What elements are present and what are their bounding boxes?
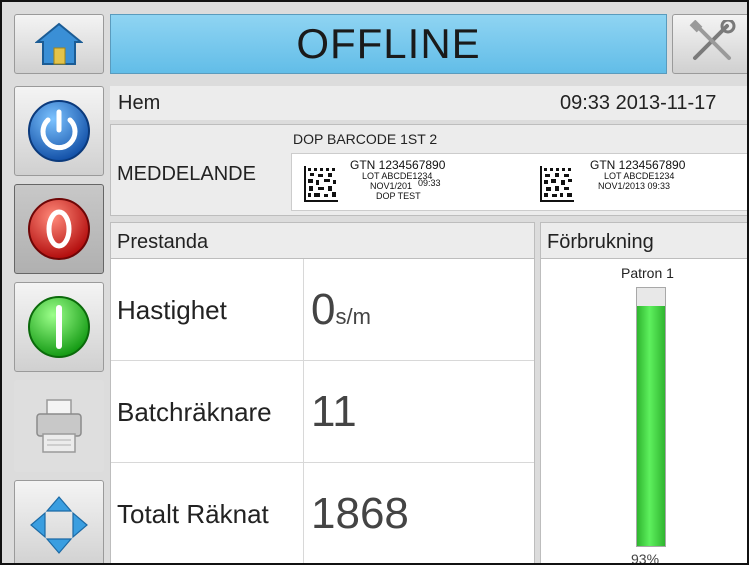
batch-counter-label: Batchräknare xyxy=(117,397,272,427)
start-icon xyxy=(26,294,92,360)
speed-unit: s/m xyxy=(335,304,371,329)
performance-row: Hastighet 0s/m xyxy=(111,259,534,361)
cartridge-level-gauge xyxy=(636,287,666,547)
job-name: DOP BARCODE 1ST 2 xyxy=(293,131,438,147)
printer-status-banner: OFFLINE xyxy=(110,14,667,74)
preview-date-1: NOV1/201 xyxy=(370,181,413,191)
datamatrix-barcode-1 xyxy=(304,166,338,202)
printer-icon xyxy=(34,398,84,454)
start-button[interactable] xyxy=(14,282,104,372)
performance-title: Prestanda xyxy=(111,223,534,259)
batch-counter-value: 11 xyxy=(311,387,357,436)
preview-time-1: 09:33 xyxy=(418,178,441,188)
consumption-panel[interactable]: Förbrukning Patron 1 93% xyxy=(540,222,747,565)
label-preview[interactable]: GTN 1234567890 LOT ABCDE1234 NOV1/201 09… xyxy=(291,153,747,211)
tools-icon xyxy=(687,18,737,69)
breadcrumb: Hem xyxy=(118,92,161,114)
home-icon xyxy=(35,22,83,66)
performance-row: Batchräknare 11 xyxy=(111,361,534,463)
message-panel[interactable]: MEDDELANDE DOP BARCODE 1ST 2 GTN 1234567… xyxy=(110,124,747,216)
app-frame: OFFLINE Hem 09:33 2013-11-17 MEDDELANDE … xyxy=(0,0,749,565)
preview-test-1: DOP TEST xyxy=(376,191,421,201)
status-text: OFFLINE xyxy=(296,20,481,67)
home-button[interactable] xyxy=(14,14,104,74)
power-button[interactable] xyxy=(14,86,104,176)
navigate-arrows-icon xyxy=(27,493,91,557)
preview-lot-2: LOT ABCDE1234 xyxy=(604,171,675,181)
speed-label: Hastighet xyxy=(117,295,227,325)
navigate-button[interactable] xyxy=(14,480,104,563)
speed-value: 0s/m xyxy=(311,285,371,334)
printer-button[interactable] xyxy=(14,380,104,472)
preview-gtn-2: GTN 1234567890 xyxy=(590,158,686,172)
power-icon xyxy=(26,98,92,164)
stop-icon xyxy=(26,196,92,262)
cartridge-label: Patron 1 xyxy=(621,265,674,281)
date-time: 09:33 2013-11-17 xyxy=(560,92,717,114)
cartridge-level-fill xyxy=(637,306,665,546)
stop-button[interactable] xyxy=(14,184,104,274)
total-count-label: Totalt Räknat xyxy=(117,499,269,529)
cartridge-level-percent: 93% xyxy=(631,551,660,565)
consumption-title: Förbrukning xyxy=(541,223,747,259)
preview-datetime-2: NOV1/2013 09:33 xyxy=(598,181,671,191)
preview-gtn-1: GTN 1234567890 xyxy=(350,158,446,172)
message-label: MEDDELANDE xyxy=(117,163,256,185)
location-bar: Hem 09:33 2013-11-17 xyxy=(110,86,747,120)
datamatrix-barcode-2 xyxy=(540,166,574,202)
total-count-value: 1868 xyxy=(311,489,409,538)
tools-button[interactable] xyxy=(672,14,747,74)
performance-row: Totalt Räknat 1868 xyxy=(111,463,534,563)
performance-panel[interactable]: Prestanda Hastighet 0s/m Batchräknare 11… xyxy=(110,222,535,563)
